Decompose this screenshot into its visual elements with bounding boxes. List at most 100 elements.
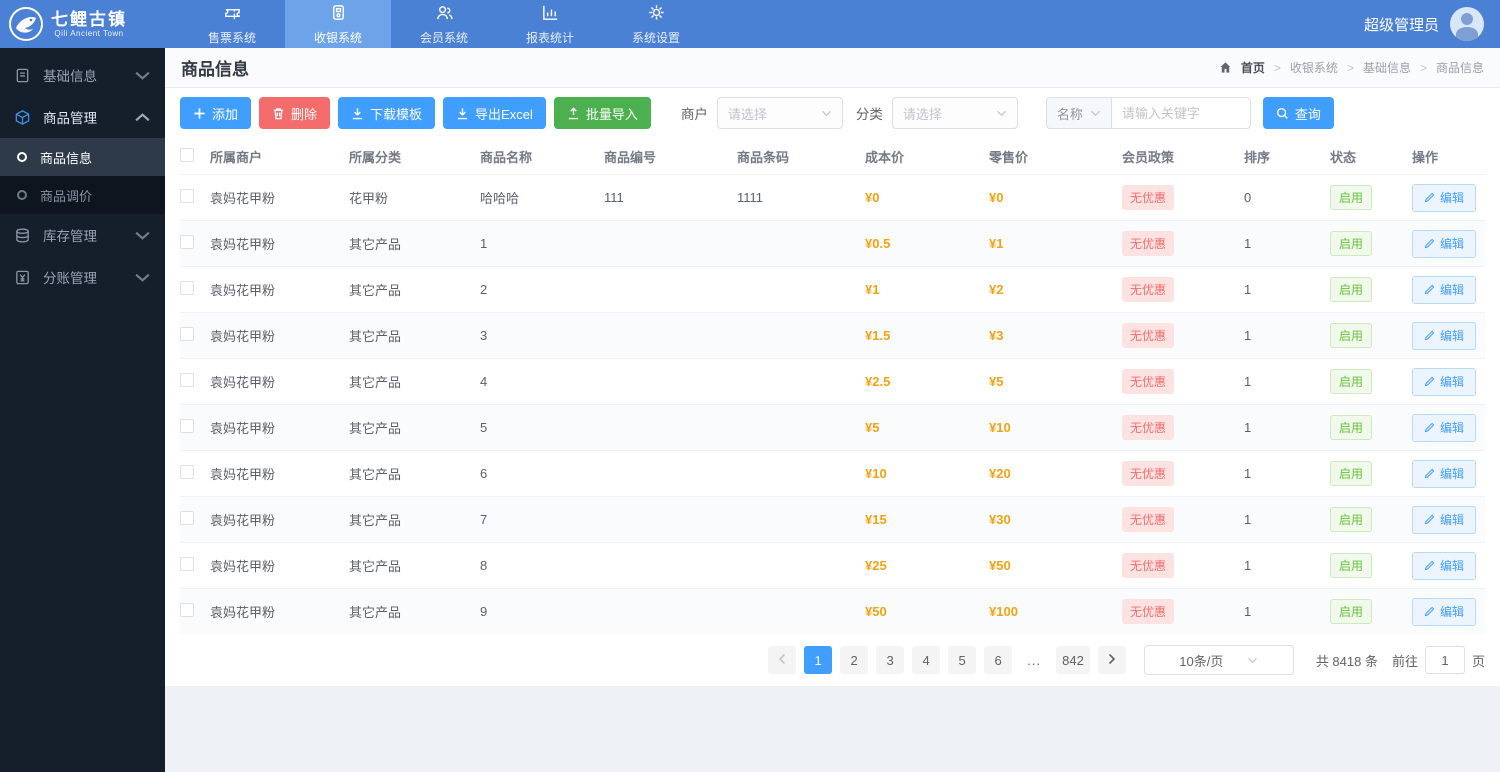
page-button-1[interactable]: 1: [804, 646, 833, 674]
batch-import-button[interactable]: 批量导入: [553, 97, 651, 129]
cell-category: 其它产品: [349, 329, 402, 344]
page-button-3[interactable]: 3: [876, 646, 905, 674]
sidebar-subitem-product-info[interactable]: 商品信息: [0, 138, 165, 176]
member-policy-tag: 无优惠: [1122, 185, 1175, 210]
logo[interactable]: 七鲤古镇 Qili Ancient Town: [0, 0, 165, 48]
row-checkbox[interactable]: [180, 511, 194, 525]
page-button-4[interactable]: 4: [912, 646, 941, 674]
radio-icon: [17, 190, 27, 200]
select-all-checkbox[interactable]: [180, 147, 194, 162]
status-badge: 启用: [1330, 415, 1373, 440]
inventory-icon: [16, 228, 29, 242]
search-field-select[interactable]: 名称: [1045, 97, 1111, 129]
fish-logo-icon: [8, 6, 44, 42]
download-template-button[interactable]: 下载模板: [338, 97, 436, 129]
edit-button[interactable]: 编辑: [1412, 505, 1477, 534]
cell-category: 其它产品: [349, 605, 402, 620]
page-size-select[interactable]: 10条/页: [1143, 645, 1294, 675]
keyword-input[interactable]: [1110, 97, 1251, 129]
sidebar-subitem-product-price-adjust[interactable]: 商品调价: [0, 176, 165, 214]
keyword-search-group: 名称: [1045, 97, 1251, 129]
edit-button[interactable]: 编辑: [1412, 367, 1477, 396]
edit-button[interactable]: 编辑: [1412, 229, 1477, 258]
row-checkbox[interactable]: [180, 419, 194, 433]
merchant-select[interactable]: 请选择: [716, 97, 843, 129]
table-body: 袁妈花甲粉 花甲粉 哈哈哈 111 1111 ¥0 ¥0 无优惠 0 启用 编辑…: [180, 174, 1485, 634]
cell-product-name: 9: [480, 604, 488, 619]
edit-button[interactable]: 编辑: [1412, 551, 1477, 580]
page-button-842[interactable]: 842: [1056, 646, 1090, 674]
cell-category: 其它产品: [349, 283, 402, 298]
status-badge: 启用: [1330, 461, 1373, 486]
row-checkbox[interactable]: [180, 603, 194, 617]
cell-merchant: 袁妈花甲粉: [210, 467, 276, 482]
delete-button[interactable]: 删除: [259, 97, 331, 129]
edit-button-label: 编辑: [1440, 375, 1465, 389]
cell-product-name: 5: [480, 420, 488, 435]
table-row: 袁妈花甲粉 其它产品 7 ¥15 ¥30 无优惠 1 启用 编辑: [180, 496, 1485, 542]
export-excel-label: 导出Excel: [475, 106, 533, 122]
chevron-down-icon: [135, 71, 150, 80]
edit-button-label: 编辑: [1440, 421, 1465, 435]
row-checkbox[interactable]: [180, 557, 194, 571]
table-row: 袁妈花甲粉 其它产品 8 ¥25 ¥50 无优惠 1 启用 编辑: [180, 542, 1485, 588]
pencil-icon: [1424, 606, 1435, 617]
table-row: 袁妈花甲粉 其它产品 4 ¥2.5 ¥5 无优惠 1 启用 编辑: [180, 358, 1485, 404]
cell-product-number: 111: [604, 190, 624, 205]
search-button[interactable]: 查询: [1262, 97, 1334, 129]
breadcrumb-item-home[interactable]: 首页: [1241, 59, 1265, 76]
page-button-2[interactable]: 2: [840, 646, 869, 674]
gear-icon: [647, 3, 666, 25]
cell-merchant: 袁妈花甲粉: [210, 283, 276, 298]
goto-suffix-label: 页: [1471, 653, 1485, 669]
pencil-icon: [1424, 376, 1435, 387]
previous-page-button[interactable]: [768, 646, 797, 674]
next-page-button[interactable]: [1097, 646, 1126, 674]
nav-tab-member-system[interactable]: 会员系统: [391, 0, 497, 48]
page-button-6[interactable]: 6: [984, 646, 1013, 674]
add-button[interactable]: 添加: [180, 97, 252, 129]
row-checkbox[interactable]: [180, 281, 194, 295]
edit-button[interactable]: 编辑: [1412, 459, 1477, 488]
column-header-barcode: 商品条码: [737, 149, 790, 165]
breadcrumb-item-basic-info[interactable]: 基础信息: [1363, 59, 1411, 76]
sidebar-item-label: 分账管理: [43, 271, 97, 286]
nav-tab-label: 售票系统: [207, 30, 256, 45]
nav-tab-cashier-system[interactable]: 收银系统: [285, 0, 391, 48]
sidebar-item-split-account-management[interactable]: 分账管理: [0, 256, 165, 298]
cell-cost-price: ¥0.5: [865, 236, 891, 251]
page-size-value: 10条/页: [1179, 653, 1224, 669]
cell-retail-price: ¥50: [989, 558, 1011, 573]
row-checkbox[interactable]: [180, 373, 194, 387]
sidebar-item-basic-info[interactable]: 基础信息: [0, 54, 165, 96]
breadcrumb-item-cashier[interactable]: 收银系统: [1290, 59, 1338, 76]
cell-category: 其它产品: [349, 375, 402, 390]
cell-sort: 1: [1244, 282, 1252, 297]
nav-tab-system-settings[interactable]: 系统设置: [603, 0, 709, 48]
row-checkbox[interactable]: [180, 327, 194, 341]
avatar[interactable]: [1450, 7, 1484, 41]
sidebar-item-inventory-management[interactable]: 库存管理: [0, 214, 165, 256]
edit-button[interactable]: 编辑: [1412, 275, 1477, 304]
search-field-label: 名称: [1056, 106, 1083, 122]
member-policy-tag: 无优惠: [1122, 277, 1175, 302]
member-policy-tag: 无优惠: [1122, 507, 1175, 532]
export-excel-button[interactable]: 导出Excel: [443, 97, 546, 129]
row-checkbox[interactable]: [180, 465, 194, 479]
cell-retail-price: ¥3: [989, 328, 1004, 343]
edit-button[interactable]: 编辑: [1412, 183, 1477, 212]
category-select[interactable]: 请选择: [891, 97, 1018, 129]
nav-tab-ticket-system[interactable]: 售票系统: [179, 0, 285, 48]
edit-button[interactable]: 编辑: [1412, 321, 1477, 350]
sidebar-item-label: 库存管理: [43, 229, 97, 244]
edit-button-label: 编辑: [1440, 283, 1465, 297]
row-checkbox[interactable]: [180, 235, 194, 249]
nav-tab-report-statistics[interactable]: 报表统计: [497, 0, 603, 48]
row-checkbox[interactable]: [180, 189, 194, 203]
sidebar-item-product-management[interactable]: 商品管理: [0, 96, 165, 138]
edit-button[interactable]: 编辑: [1412, 413, 1477, 442]
goto-page-input[interactable]: [1424, 646, 1465, 674]
edit-button[interactable]: 编辑: [1412, 597, 1477, 626]
page-button-5[interactable]: 5: [948, 646, 977, 674]
chevron-up-icon: [135, 112, 150, 121]
